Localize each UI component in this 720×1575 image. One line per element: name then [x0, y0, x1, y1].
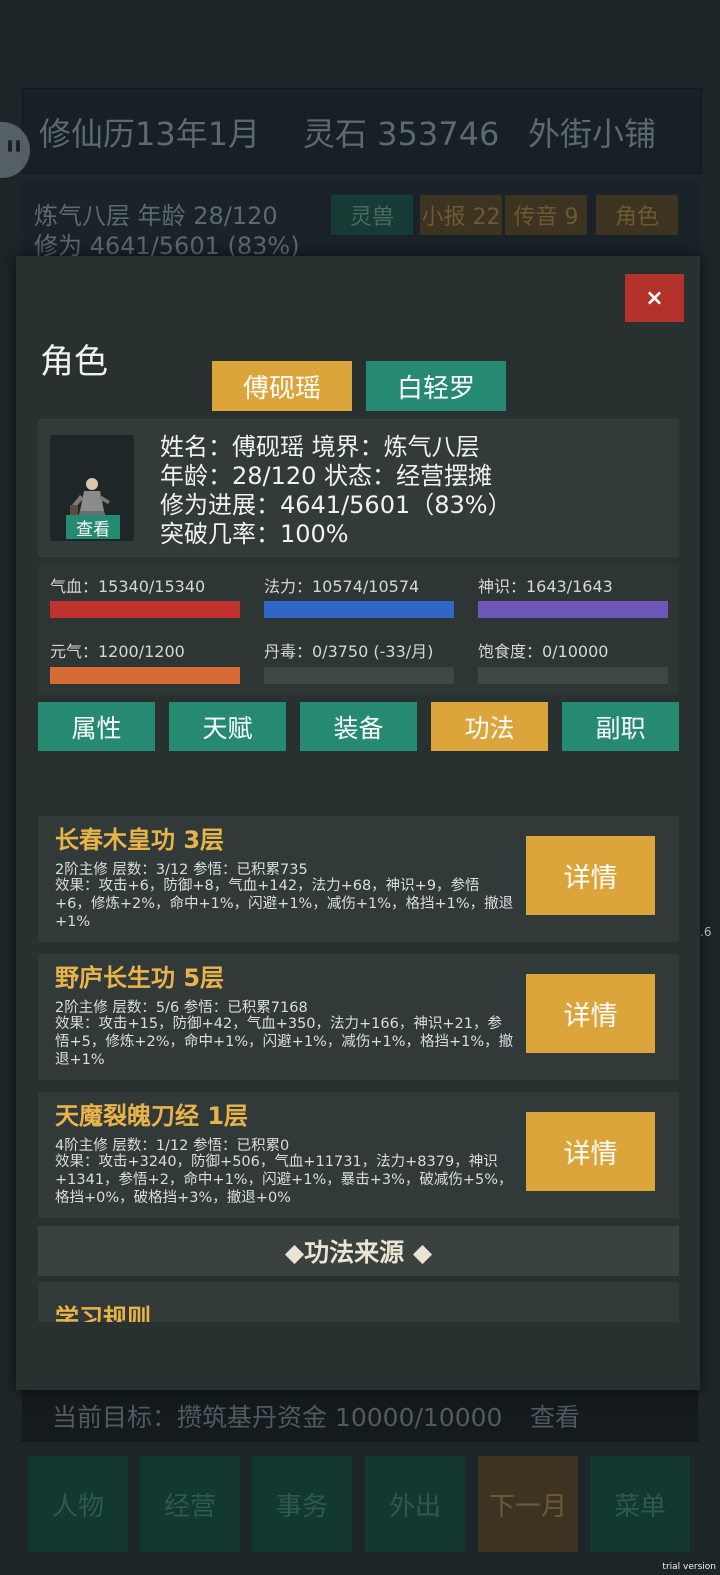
- top-status-bar: 修仙历13年1月 灵石 353746 外街小铺: [22, 88, 702, 174]
- nav-business[interactable]: 经营: [140, 1456, 240, 1552]
- portrait-view-button[interactable]: 查看: [66, 515, 120, 540]
- technique-detail-button[interactable]: 详情: [526, 1112, 655, 1191]
- mana-label: 法力：10574/10574: [264, 577, 420, 596]
- bg-pet-button[interactable]: 灵兽: [331, 195, 413, 235]
- spirit-sense-bar: [478, 601, 668, 618]
- location-name: 外街小铺: [528, 115, 657, 153]
- technique-list[interactable]: 长春木皇功 3层 2阶主修 层数：3/12 参悟：已积累735 效果：攻击+6，…: [38, 816, 679, 1322]
- technique-name: 天魔裂魄刀经 1层: [55, 1102, 249, 1130]
- bg-character-button[interactable]: 角色: [596, 195, 678, 235]
- modal-title: 角色: [40, 342, 108, 382]
- technique-detail-button[interactable]: 详情: [526, 974, 655, 1053]
- vitality-label: 元气：1200/1200: [50, 642, 185, 661]
- spirit-sense-label: 神识：1643/1643: [478, 577, 613, 596]
- hp-bar: [50, 601, 240, 618]
- nav-menu[interactable]: 菜单: [590, 1456, 690, 1552]
- bg-message-button[interactable]: 传音 9: [505, 195, 587, 235]
- nav-next-month[interactable]: 下一月: [478, 1456, 578, 1552]
- technique-meta: 2阶主修 层数：5/6 参悟：已积累7168: [55, 1000, 308, 1016]
- technique-effect: 效果：攻击+15，防御+42，气血+350，法力+166，神识+21，参悟+5，…: [55, 1016, 514, 1068]
- technique-effect: 效果：攻击+3240，防御+506，气血+11731，法力+8379，神识+13…: [55, 1154, 513, 1206]
- technique-name: 野庐长生功 5层: [55, 964, 225, 992]
- spirit-stone-count: 灵石 353746: [303, 115, 500, 153]
- nav-affairs[interactable]: 事务: [252, 1456, 352, 1552]
- satiety-bar: [478, 667, 668, 684]
- talents-button[interactable]: 天赋: [169, 702, 286, 751]
- breakthrough-chance-text: 突破几率：100%: [160, 520, 349, 548]
- profile-card: 查看 姓名：傅砚瑶 境界：炼气八层 年龄：28/120 状态：经营摆摊 修为进展…: [38, 419, 679, 557]
- learning-rules-section: 学习规则: [38, 1282, 679, 1322]
- technique-effect: 效果：攻击+6，防御+8，气血+142，法力+68，神识+9，参悟+6，修炼+2…: [55, 878, 514, 930]
- technique-detail-button[interactable]: 详情: [526, 836, 655, 915]
- character-portrait[interactable]: 查看: [50, 435, 134, 541]
- tab-character-2[interactable]: 白轻罗: [366, 361, 506, 411]
- close-button[interactable]: ×: [625, 274, 684, 322]
- technique-item: 野庐长生功 5层 2阶主修 层数：5/6 参悟：已积累7168 效果：攻击+15…: [38, 954, 679, 1080]
- calendar-date: 修仙历13年1月: [39, 115, 261, 153]
- character-modal: × 角色 傅砚瑶 白轻罗 查看 姓名：傅砚瑶 境界：炼气八层 年龄：28/120…: [16, 256, 700, 1390]
- side-job-button[interactable]: 副职: [562, 702, 679, 751]
- bg-news-button[interactable]: 小报 22: [420, 195, 502, 235]
- techniques-button[interactable]: 功法: [431, 702, 548, 751]
- technique-meta: 2阶主修 层数：3/12 参悟：已积累735: [55, 862, 308, 878]
- technique-source-header: ◆功法来源 ◆: [38, 1226, 679, 1276]
- goal-text: 当前目标：攒筑基丹资金 10000/10000: [52, 1403, 503, 1432]
- technique-item: 长春木皇功 3层 2阶主修 层数：3/12 参悟：已积累735 效果：攻击+6，…: [38, 816, 679, 942]
- attributes-button[interactable]: 属性: [38, 702, 155, 751]
- nav-outing[interactable]: 外出: [365, 1456, 465, 1552]
- goal-bar: 当前目标：攒筑基丹资金 10000/10000 查看: [22, 1388, 698, 1442]
- trial-watermark: trial version: [662, 1562, 716, 1572]
- technique-meta: 4阶主修 层数：1/12 参悟：已积累0: [55, 1138, 290, 1154]
- tab-character-1[interactable]: 傅砚瑶: [212, 361, 352, 411]
- edge-fragment-text: .6: [700, 925, 712, 939]
- vitality-bar: [50, 667, 240, 684]
- technique-item: 天魔裂魄刀经 1层 4阶主修 层数：1/12 参悟：已积累0 效果：攻击+324…: [38, 1092, 679, 1218]
- stats-panel: 气血：15340/15340 法力：10574/10574 神识：1643/16…: [38, 565, 679, 695]
- mana-bar: [264, 601, 454, 618]
- satiety-label: 饱食度：0/10000: [478, 642, 609, 661]
- pill-toxin-label: 丹毒：0/3750 (-33/月): [264, 642, 434, 661]
- technique-name: 长春木皇功 3层: [55, 826, 225, 854]
- hp-label: 气血：15340/15340: [50, 577, 206, 596]
- nav-character[interactable]: 人物: [28, 1456, 128, 1552]
- goal-view-link[interactable]: 查看: [530, 1398, 580, 1434]
- learning-rules-title: 学习规则: [55, 1304, 151, 1322]
- equipment-button[interactable]: 装备: [300, 702, 417, 751]
- pill-toxin-bar: [264, 667, 454, 684]
